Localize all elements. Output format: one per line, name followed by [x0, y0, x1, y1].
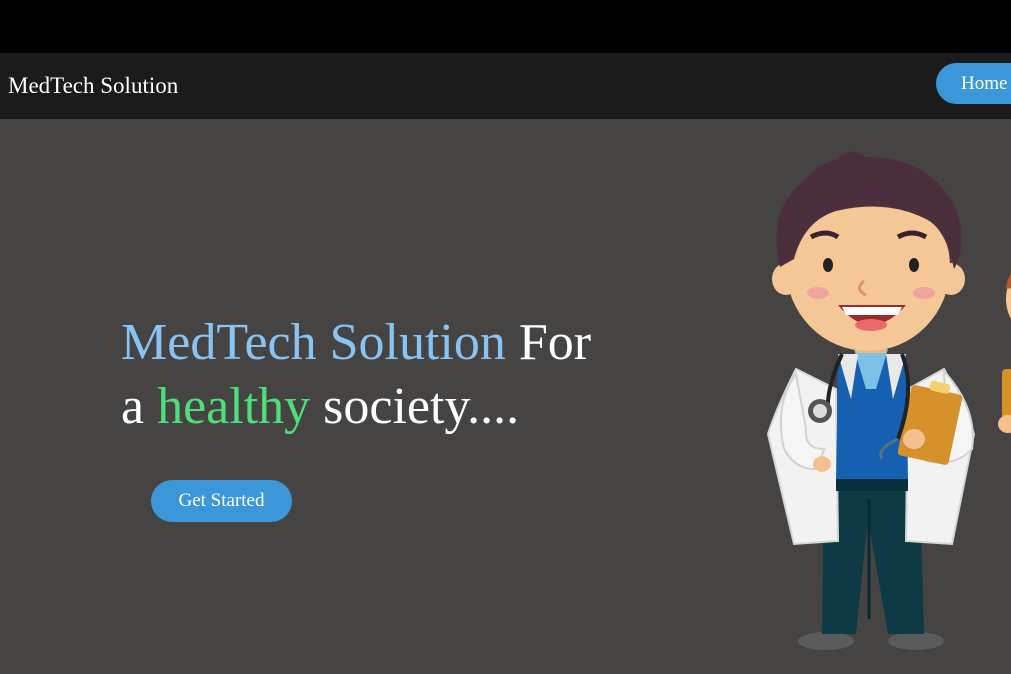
headline-line1-rest: For — [505, 314, 592, 371]
hero-section: MedTech Solution For a healthy society..… — [0, 119, 1011, 674]
headline-line2-rest: society.... — [310, 378, 520, 435]
headline-line2-start: a — [121, 378, 158, 435]
hero-headline: MedTech Solution For a healthy society..… — [121, 311, 591, 439]
headline-healthy-highlight: healthy — [157, 378, 311, 435]
top-black-strip — [0, 0, 1011, 53]
doctor-illustration — [766, 151, 976, 650]
headline-brand-highlight: MedTech Solution — [121, 314, 506, 371]
second-character-partial — [998, 273, 1011, 433]
navbar: MedTech Solution Home — [0, 53, 1011, 119]
nav-home-button[interactable]: Home — [936, 63, 1011, 104]
brand-logo-text[interactable]: MedTech Solution — [8, 71, 178, 101]
get-started-button[interactable]: Get Started — [151, 480, 292, 522]
